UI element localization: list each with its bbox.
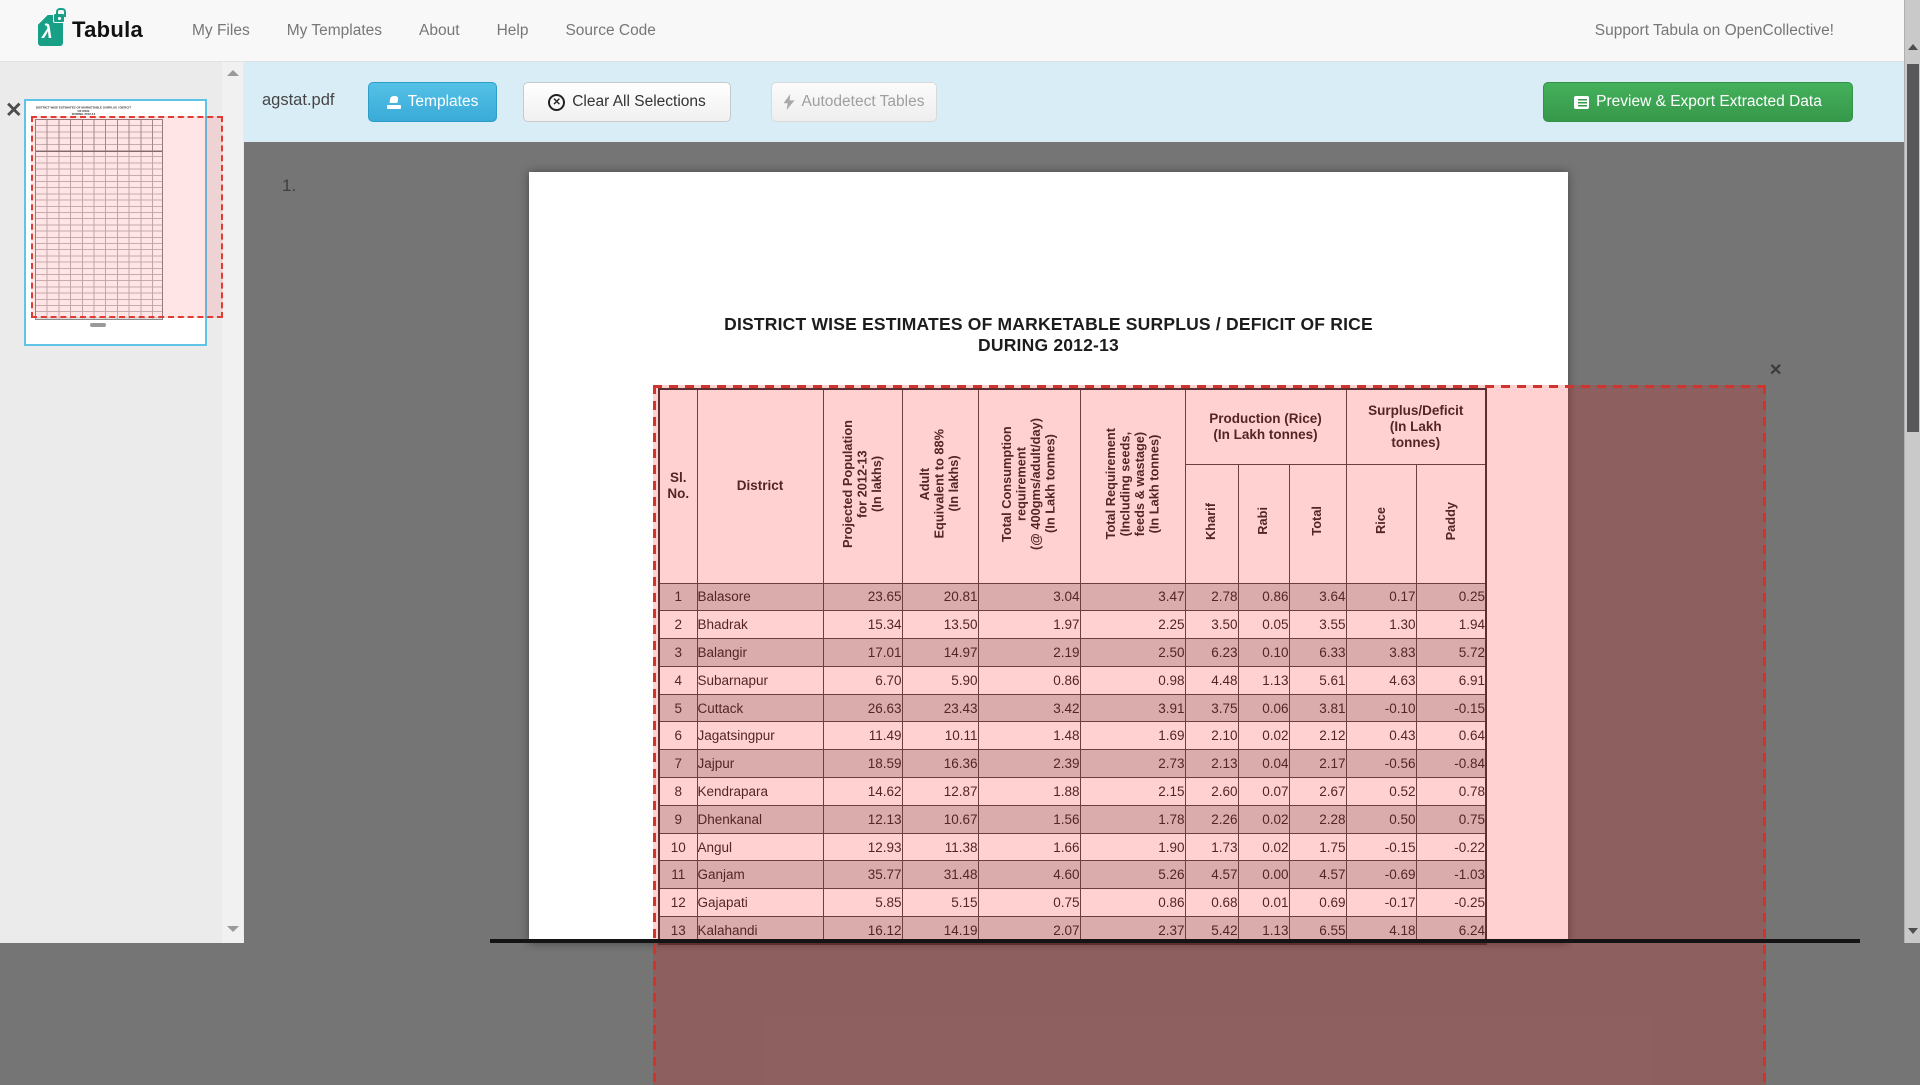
nav-menu: My Files My Templates About Help Source … [192, 0, 656, 62]
scrollbar-up-icon[interactable] [1908, 44, 1918, 50]
thumbnail-title-text: DISTRICT WISE ESTIMATES OF MARKETABLE SU… [34, 106, 133, 116]
autodetect-button-label: Autodetect Tables [802, 93, 925, 111]
sidebar-scroll-up-icon[interactable] [227, 70, 239, 76]
table-icon [1574, 96, 1589, 109]
main-scrollbar[interactable] [1904, 0, 1920, 943]
circle-x-icon: ✕ [548, 94, 565, 111]
bottom-dark-strip [490, 939, 1860, 943]
selection-border-left [653, 385, 656, 1085]
templates-button-label: Templates [408, 93, 479, 111]
lock-icon [53, 13, 65, 23]
clear-all-selections-button[interactable]: ✕ Clear All Selections [523, 82, 731, 122]
nav-item-source-code[interactable]: Source Code [565, 22, 655, 40]
sidebar-scroll-down-icon[interactable] [227, 926, 239, 932]
scrollbar-down-icon[interactable] [1908, 928, 1918, 934]
nav-item-my-files[interactable]: My Files [192, 22, 250, 40]
thumbnail-page-footer-mark [90, 323, 106, 327]
lightning-icon [784, 94, 795, 110]
brand-title[interactable]: Tabula [72, 17, 143, 43]
autodetect-tables-button[interactable]: Autodetect Tables [771, 82, 937, 122]
thumbnail-selection[interactable] [31, 116, 223, 318]
nav-item-help[interactable]: Help [497, 22, 529, 40]
filename-label: agstat.pdf [262, 91, 334, 110]
nav-item-my-templates[interactable]: My Templates [287, 22, 382, 40]
thumbnail-close-icon[interactable]: ✕ [5, 98, 23, 123]
support-link[interactable]: Support Tabula on OpenCollective! [1595, 22, 1834, 40]
nav-item-about[interactable]: About [419, 22, 460, 40]
scrollbar-thumb[interactable] [1907, 64, 1919, 432]
selection-border-right [1763, 385, 1766, 1085]
pdf-document-icon: λ [38, 15, 63, 46]
pdf-title: DISTRICT WISE ESTIMATES OF MARKETABLE SU… [529, 314, 1568, 356]
navbar: λ Tabula My Files My Templates About Hel… [0, 0, 1920, 62]
tabula-logo-icon[interactable]: λ [38, 13, 66, 48]
pdf-title-line1: DISTRICT WISE ESTIMATES OF MARKETABLE SU… [529, 314, 1568, 335]
sidebar-scroll-track[interactable] [222, 62, 243, 943]
pdf-title-line2: DURING 2012-13 [529, 335, 1568, 356]
templates-icon [387, 96, 401, 109]
export-button-label: Preview & Export Extracted Data [1596, 93, 1822, 111]
clear-button-label: Clear All Selections [572, 93, 706, 111]
preview-export-button[interactable]: Preview & Export Extracted Data [1543, 82, 1853, 122]
page-marker: 1. [282, 176, 296, 196]
selection-overlay[interactable] [653, 385, 1766, 1085]
templates-button[interactable]: Templates [368, 82, 497, 122]
selection-close-icon[interactable]: ✕ [1769, 360, 1782, 380]
selection-border-top [653, 385, 1766, 388]
